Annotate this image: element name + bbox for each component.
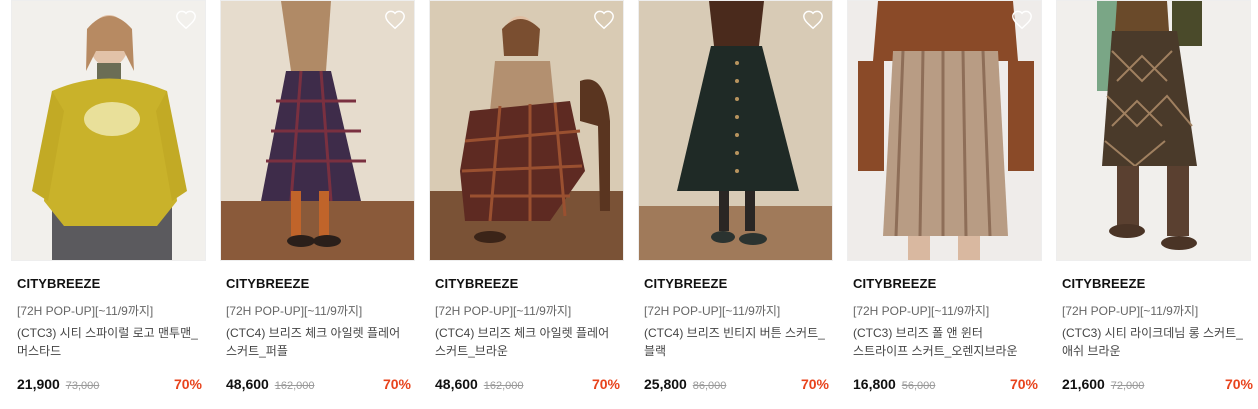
wishlist-heart-icon[interactable] xyxy=(384,9,406,31)
sale-price: 25,800 86,000 xyxy=(644,376,726,392)
product-image[interactable] xyxy=(220,0,415,261)
product-image[interactable] xyxy=(847,0,1042,261)
product-name[interactable]: (CTC3) 시티 스파이럴 로고 맨투맨_머스타드 xyxy=(17,324,203,360)
product-photo-denim-long-skirt xyxy=(1057,1,1250,260)
product-image[interactable] xyxy=(1056,0,1251,261)
discount-rate: 70% xyxy=(382,376,411,392)
product-photo-black-button-skirt xyxy=(639,1,832,260)
product-image[interactable] xyxy=(638,0,833,261)
product-photo-purple-check-skirt xyxy=(221,1,414,260)
sale-price-value: 48,600 xyxy=(226,376,269,392)
sale-price-value: 48,600 xyxy=(435,376,478,392)
sale-price: 21,900 73,000 xyxy=(17,376,99,392)
product-name[interactable]: (CTC3) 시티 라이크데님 롱 스커트_애쉬 브라운 xyxy=(1062,324,1248,360)
product-photo-mustard-sweatshirt xyxy=(12,1,205,260)
sale-price: 48,600 162,000 xyxy=(226,376,314,392)
promo-tag: [72H POP-UP][~11/9까지] xyxy=(853,304,990,318)
product-photo-brown-check-skirt xyxy=(430,1,623,260)
discount-rate: 70% xyxy=(800,376,829,392)
sale-price-value: 21,600 xyxy=(1062,376,1105,392)
brand-name[interactable]: CITYBREEZE xyxy=(853,276,936,291)
product-card[interactable]: CITYBREEZE [72H POP-UP][~11/9까지] (CTC4) … xyxy=(638,0,833,409)
discount-rate: 70% xyxy=(591,376,620,392)
product-name[interactable]: (CTC4) 브리즈 체크 아일렛 플레어 스커트_퍼플 xyxy=(226,324,412,360)
product-card[interactable]: CITYBREEZE [72H POP-UP][~11/9까지] (CTC3) … xyxy=(1056,0,1253,409)
sale-price: 16,800 56,000 xyxy=(853,376,935,392)
original-price: 162,000 xyxy=(483,380,524,392)
promo-tag: [72H POP-UP][~11/9까지] xyxy=(17,304,154,318)
promo-tag: [72H POP-UP][~11/9까지] xyxy=(644,304,781,318)
discount-rate: 70% xyxy=(1224,376,1253,392)
original-price: 162,000 xyxy=(274,380,315,392)
product-image[interactable] xyxy=(11,0,206,261)
sale-price-value: 25,800 xyxy=(644,376,687,392)
brand-name[interactable]: CITYBREEZE xyxy=(435,276,518,291)
brand-name[interactable]: CITYBREEZE xyxy=(644,276,727,291)
discount-rate: 70% xyxy=(173,376,202,392)
wishlist-heart-icon[interactable] xyxy=(593,9,615,31)
brand-name[interactable]: CITYBREEZE xyxy=(17,276,100,291)
wishlist-heart-icon[interactable] xyxy=(175,9,197,31)
original-price: 56,000 xyxy=(901,380,936,392)
product-card[interactable]: CITYBREEZE [72H POP-UP][~11/9까지] (CTC3) … xyxy=(847,0,1042,409)
product-grid: CITYBREEZE [72H POP-UP][~11/9까지] (CTC3) … xyxy=(11,0,1258,409)
sale-price-value: 16,800 xyxy=(853,376,896,392)
product-card[interactable]: CITYBREEZE [72H POP-UP][~11/9까지] (CTC3) … xyxy=(11,0,206,409)
discount-rate: 70% xyxy=(1009,376,1038,392)
promo-tag: [72H POP-UP][~11/9까지] xyxy=(226,304,363,318)
wishlist-heart-icon[interactable] xyxy=(1011,9,1033,31)
promo-tag: [72H POP-UP][~11/9까지] xyxy=(1062,304,1199,318)
sale-price-value: 21,900 xyxy=(17,376,60,392)
product-photo-stripe-skirt xyxy=(848,1,1041,260)
sale-price: 48,600 162,000 xyxy=(435,376,523,392)
promo-tag: [72H POP-UP][~11/9까지] xyxy=(435,304,572,318)
wishlist-heart-icon[interactable] xyxy=(802,9,824,31)
product-name[interactable]: (CTC3) 브리즈 폴 앤 윈터 스트라이프 스커트_오렌지브라운 xyxy=(853,324,1039,360)
product-image[interactable] xyxy=(429,0,624,261)
product-card[interactable]: CITYBREEZE [72H POP-UP][~11/9까지] (CTC4) … xyxy=(429,0,624,409)
brand-name[interactable]: CITYBREEZE xyxy=(1062,276,1145,291)
original-price: 86,000 xyxy=(692,380,727,392)
brand-name[interactable]: CITYBREEZE xyxy=(226,276,309,291)
product-card[interactable]: CITYBREEZE [72H POP-UP][~11/9까지] (CTC4) … xyxy=(220,0,415,409)
original-price: 73,000 xyxy=(65,380,100,392)
sale-price: 21,600 72,000 xyxy=(1062,376,1144,392)
product-name[interactable]: (CTC4) 브리즈 빈티지 버튼 스커트_블랙 xyxy=(644,324,830,360)
original-price: 72,000 xyxy=(1110,380,1145,392)
product-name[interactable]: (CTC4) 브리즈 체크 아일렛 플레어 스커트_브라운 xyxy=(435,324,621,360)
